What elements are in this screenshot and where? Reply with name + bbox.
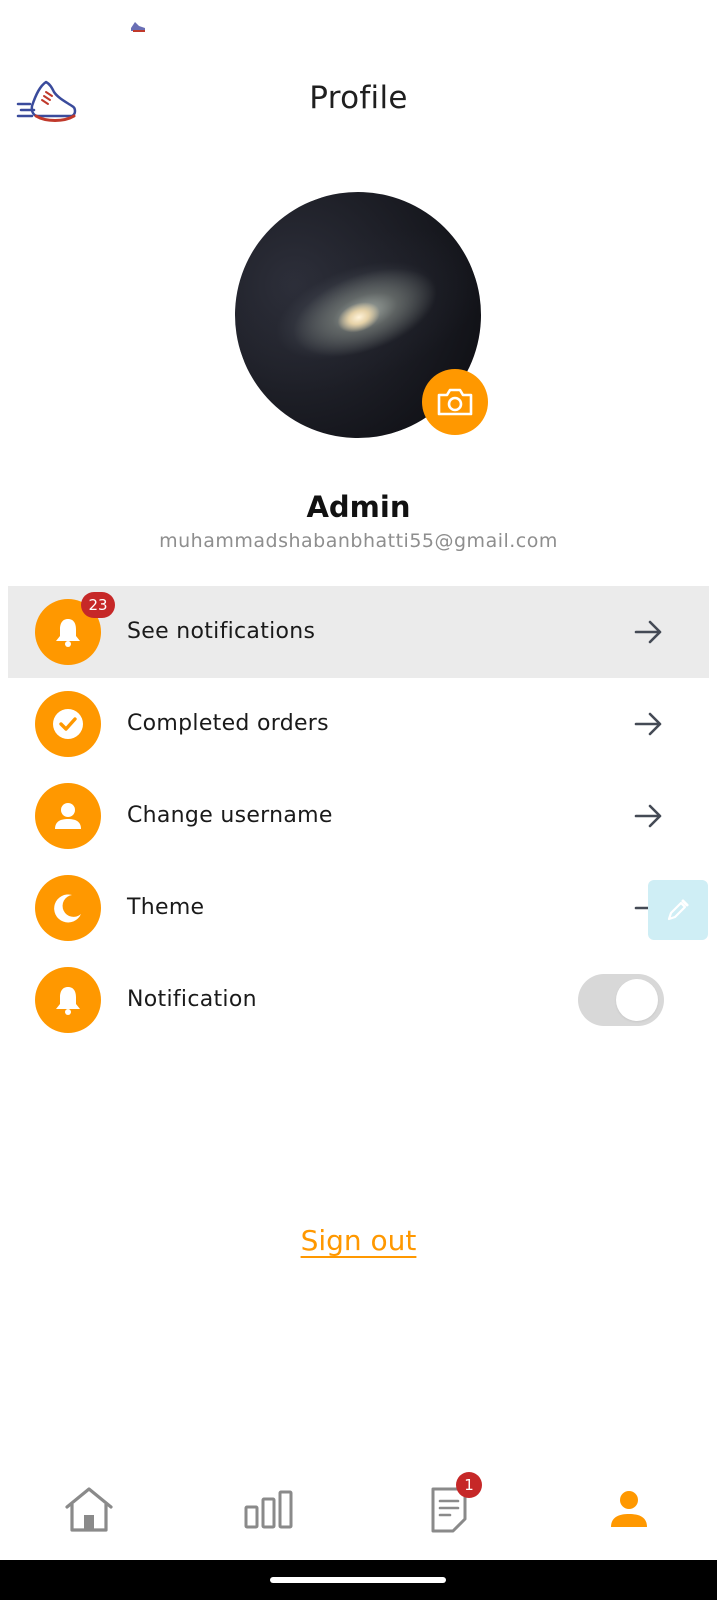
orders-badge: 1	[456, 1472, 482, 1498]
menu-item-see-notifications[interactable]: 23 See notifications	[8, 586, 709, 678]
person-icon	[55, 803, 81, 829]
menu-icon-circle	[35, 967, 101, 1033]
eyedropper-icon	[667, 899, 689, 921]
menu-item-label: Notification	[127, 987, 257, 1012]
bell-icon	[56, 619, 80, 647]
menu-icon-circle	[35, 783, 101, 849]
profile-menu: 23 See notifications Completed orders Ch…	[8, 586, 709, 1046]
avatar-container	[200, 157, 516, 473]
profile-icon	[611, 1491, 647, 1527]
arrow-right-icon	[634, 712, 662, 736]
menu-item-completed-orders[interactable]: Completed orders	[8, 678, 709, 770]
toggle-knob	[616, 979, 658, 1021]
change-photo-button[interactable]	[422, 369, 488, 435]
menu-item-notification-setting: Notification	[8, 954, 709, 1046]
menu-item-label: Completed orders	[127, 711, 329, 736]
menu-item-label: Theme	[127, 895, 205, 920]
notification-toggle[interactable]	[578, 974, 664, 1026]
menu-icon-circle	[35, 691, 101, 757]
system-navigation-bar	[0, 1560, 717, 1600]
check-circle-icon	[53, 709, 83, 739]
camera-icon	[437, 388, 473, 416]
color-picker-floating-button[interactable]	[648, 880, 708, 940]
app-bar: Profile	[0, 60, 717, 140]
arrow-right-icon	[634, 620, 662, 644]
user-name: Admin	[306, 490, 411, 524]
running-shoe-mini-icon	[131, 22, 145, 32]
nav-home[interactable]	[54, 1474, 124, 1544]
bar-chart-icon	[244, 1490, 293, 1529]
notification-count-badge: 23	[81, 592, 115, 618]
bell-icon	[56, 987, 80, 1015]
sign-out-link[interactable]: Sign out	[0, 1224, 717, 1257]
home-indicator[interactable]	[270, 1577, 446, 1583]
menu-item-label: See notifications	[127, 619, 316, 644]
menu-icon-circle	[35, 875, 101, 941]
moon-icon	[54, 894, 81, 923]
bottom-navigation: 1	[0, 1472, 717, 1560]
page-title: Profile	[309, 80, 408, 116]
nav-orders[interactable]: 1	[414, 1472, 484, 1544]
home-icon	[65, 1487, 113, 1532]
nav-stats[interactable]	[234, 1474, 304, 1544]
user-email: muhammadshabanbhatti55@gmail.com	[159, 530, 558, 552]
nav-profile[interactable]	[594, 1474, 664, 1544]
arrow-right-icon	[634, 804, 662, 828]
menu-item-change-username[interactable]: Change username	[8, 770, 709, 862]
menu-item-label: Change username	[127, 803, 333, 828]
menu-item-theme[interactable]: Theme	[8, 862, 709, 954]
